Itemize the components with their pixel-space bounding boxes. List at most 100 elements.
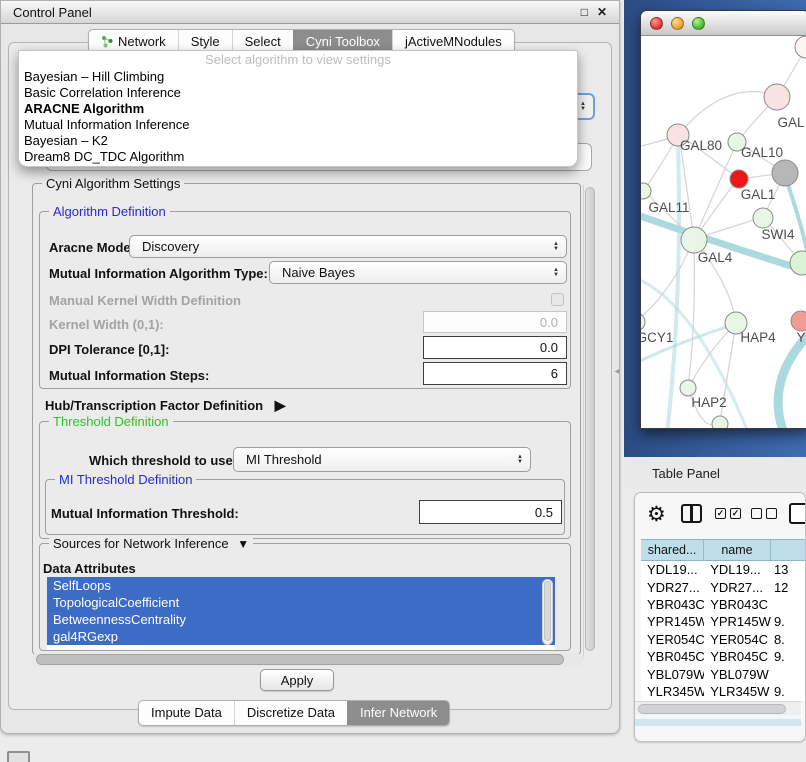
table-row[interactable]: YBR045CYBR045C9. (641, 648, 806, 665)
aracne-mode-label: Aracne Mode: (49, 240, 135, 255)
table-horizontal-scrollbar[interactable] (635, 701, 801, 715)
minimized-panel-icon[interactable] (7, 751, 30, 762)
node-label: HAP4 (740, 330, 776, 345)
settings-horizontal-scrollbar[interactable] (31, 653, 583, 667)
bottom-tab-infer-network[interactable]: Infer Network (347, 701, 449, 725)
kernel-width-field[interactable]: 0.0 (423, 311, 567, 333)
combo-stepper-icon: ▲▼ (553, 268, 559, 278)
new-column-icon[interactable] (789, 503, 806, 524)
network-node-gcy1[interactable] (641, 313, 645, 331)
network-node-gal1[interactable] (753, 208, 773, 228)
attribute-item[interactable]: BetweennessCentrality (47, 611, 555, 628)
bottom-tab-impute-data[interactable]: Impute Data (139, 701, 234, 725)
control-panel-window: Control Panel □ ✕ NetworkStyleSelectCyni… (0, 0, 620, 734)
table-footer-strip (635, 719, 801, 726)
manual-kernel-checkbox[interactable] (551, 293, 564, 306)
dropdown-placeholder: Select algorithm to view settings (19, 51, 577, 69)
mi-threshold-group-title: MI Threshold Definition (55, 472, 196, 487)
aracne-mode-combo[interactable]: Discovery ▲▼ (129, 235, 567, 258)
select-all-checkbox-icon2[interactable]: ✓ (730, 508, 741, 519)
control-panel-titlebar[interactable]: Control Panel □ ✕ (1, 1, 619, 24)
table-row[interactable]: YPR145WYPR145W9. (641, 613, 806, 630)
dpi-tolerance-label: DPI Tolerance [0,1]: (49, 342, 169, 357)
minimize-traffic-light-icon[interactable] (671, 17, 684, 30)
dropdown-item[interactable]: Basic Correlation Inference (19, 85, 577, 101)
select-all-checkbox-icon[interactable]: ✓ (715, 508, 726, 519)
dpi-tolerance-field[interactable]: 0.0 (423, 336, 567, 359)
collapse-down-icon[interactable]: ▼ (237, 537, 249, 551)
mi-threshold-field[interactable]: 0.5 (419, 500, 562, 524)
dropdown-item[interactable]: Bayesian – Hill Climbing (19, 69, 577, 85)
bottom-tab-discretize-data[interactable]: Discretize Data (234, 701, 347, 725)
network-icon (101, 35, 113, 48)
window-title: Control Panel (13, 5, 92, 20)
hub-definition-toggle[interactable]: Hub/Transcription Factor Definition ▶ (45, 397, 286, 414)
columns-icon[interactable] (681, 504, 702, 523)
zoom-traffic-light-icon[interactable] (692, 17, 705, 30)
attr-items: SelfLoopsTopologicalCoefficientBetweenne… (47, 577, 555, 645)
network-node[interactable] (730, 170, 748, 188)
gear-icon[interactable]: ⚙ (647, 500, 666, 530)
which-threshold-label: Which threshold to use: (89, 453, 237, 468)
network-node[interactable] (772, 160, 798, 186)
mi-steps-field[interactable]: 6 (423, 362, 567, 385)
teal-edges (641, 144, 806, 428)
data-attributes-label: Data Attributes (43, 561, 136, 576)
node-table: shared...name YDL19...YDL19...13YDR27...… (641, 539, 806, 701)
attr-list-scrollbar[interactable] (542, 579, 553, 645)
node-label: GCY1 (641, 330, 673, 345)
network-node-hap2[interactable] (680, 380, 696, 396)
mi-steps-label: Mutual Information Steps: (49, 368, 209, 383)
column-header[interactable]: shared... (641, 540, 704, 560)
network-view-window[interactable]: GALGAL80GAL10GAL1GAL11GAL4SWI4GCY1HAP4YH… (640, 10, 806, 429)
network-node[interactable] (795, 36, 806, 58)
table-row[interactable]: YBL079WYBL079W (641, 665, 806, 682)
sources-group-title[interactable]: Sources for Network Inference ▼ (49, 536, 253, 551)
table-row[interactable]: YER054CYER054C8. (641, 631, 806, 648)
table-row[interactable]: YDR27...YDR27...12 (641, 578, 806, 595)
network-canvas[interactable]: GALGAL80GAL10GAL1GAL11GAL4SWI4GCY1HAP4YH… (641, 36, 806, 428)
data-attributes-list[interactable]: SelfLoopsTopologicalCoefficientBetweenne… (47, 577, 555, 650)
table-panel-titlebar[interactable]: Table Panel (624, 457, 806, 489)
column-header[interactable]: name (704, 540, 771, 560)
network-node-gal[interactable] (764, 84, 790, 110)
attribute-item[interactable]: gal4RGexp (47, 628, 555, 645)
which-threshold-combo[interactable]: MI Threshold ▲▼ (233, 447, 531, 472)
node-label: HAP2 (691, 395, 726, 410)
table-toolbar: ⚙ ✓ ✓ (635, 499, 805, 531)
network-window-titlebar[interactable] (641, 11, 806, 36)
settings-vertical-scrollbar[interactable] (583, 185, 596, 657)
kernel-width-label: Kernel Width (0,1): (49, 317, 164, 332)
close-icon[interactable]: ✕ (597, 5, 607, 19)
dropdown-item[interactable]: Dream8 DC_TDC Algorithm (19, 149, 577, 165)
network-node-swi4[interactable] (790, 251, 806, 275)
apply-button[interactable]: Apply (260, 669, 334, 691)
table-row[interactable]: YBR043CYBR043C (641, 596, 806, 613)
table-panel-card: ⚙ ✓ ✓ shared...name YDL19...YDL19...13YD… (634, 492, 806, 742)
deselect-checkbox-icon2[interactable] (766, 508, 777, 519)
node-label: GAL10 (741, 145, 783, 160)
minimize-icon[interactable]: □ (581, 5, 588, 19)
mi-type-combo[interactable]: Naive Bayes ▲▼ (269, 261, 567, 284)
node-label: GAL1 (741, 187, 776, 202)
deselect-checkbox-icon[interactable] (751, 508, 762, 519)
expand-right-icon[interactable]: ▶ (275, 397, 286, 413)
dropdown-item[interactable]: ARACNE Algorithm (19, 101, 577, 117)
algorithm-dropdown-popup: Select algorithm to view settings Bayesi… (18, 50, 578, 167)
attribute-item[interactable]: SelfLoops (47, 577, 555, 594)
dropdown-item[interactable]: Mutual Information Inference (19, 117, 577, 133)
network-node-y[interactable] (791, 311, 806, 331)
close-traffic-light-icon[interactable] (650, 17, 663, 30)
table-row[interactable]: YDL19...YDL19...13 (641, 561, 806, 578)
network-node[interactable] (712, 416, 728, 428)
node-label: GAL4 (698, 250, 733, 265)
node-label: SWI4 (761, 227, 794, 242)
splitter-collapse-icon[interactable]: ◂ (611, 364, 623, 379)
mi-threshold-label: Mutual Information Threshold: (51, 506, 239, 521)
bottom-tabs: Impute DataDiscretize DataInfer Network (138, 700, 450, 726)
dropdown-item[interactable]: Bayesian – K2 (19, 133, 577, 149)
table-row[interactable]: YLR345WYLR345W9. (641, 683, 806, 700)
attribute-item[interactable]: TopologicalCoefficient (47, 594, 555, 611)
node-label: GAL11 (648, 200, 689, 215)
column-header[interactable] (771, 540, 806, 560)
